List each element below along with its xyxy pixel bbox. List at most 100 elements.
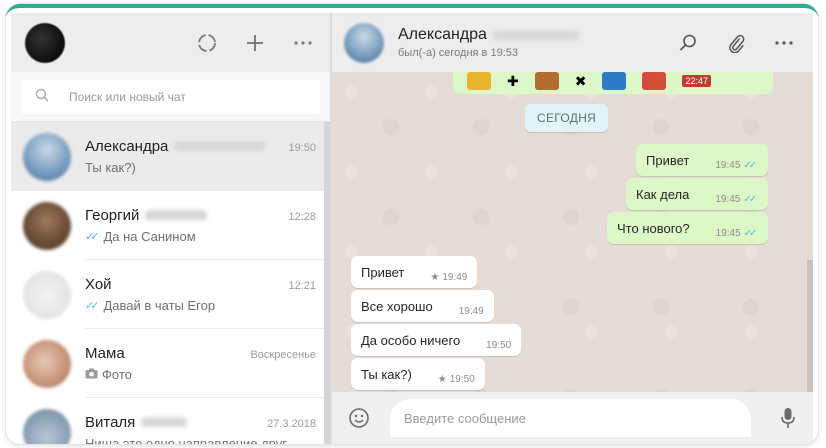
blurred-surname: [145, 209, 208, 220]
composer: [331, 392, 813, 444]
chat-item-vitalya[interactable]: Виталя 27.3.2018 Ниша это одно направлен…: [11, 398, 330, 444]
sticker-icon: [534, 72, 559, 90]
chat-name: Георгий: [85, 206, 140, 224]
double-check-icon: ✓✓: [85, 230, 100, 243]
star-icon: ★: [437, 373, 447, 385]
plus-sticker-icon: ✚: [507, 72, 519, 89]
message-incoming[interactable]: Ты как?) ★ 19:50: [351, 358, 485, 390]
message-time: 19:50: [449, 373, 475, 385]
search-box: [21, 80, 320, 114]
avatar: [23, 408, 71, 444]
avatar: [23, 339, 71, 388]
double-check-icon: ✓✓: [743, 193, 757, 205]
double-check-icon: ✓✓: [743, 227, 758, 239]
chat-preview: Ты как?): [85, 159, 136, 175]
search-icon: [35, 88, 49, 107]
status-icon[interactable]: [194, 30, 220, 56]
chat-name: Александра: [85, 137, 169, 155]
whatsapp-app: Александра 19:50 Ты как?) Георг: [11, 13, 813, 444]
chat-time: 12:28: [288, 210, 316, 223]
star-icon: ★: [430, 271, 440, 283]
message-incoming[interactable]: Все хорошо 19:49: [351, 290, 494, 322]
message-area[interactable]: ✚ ✖ 22:47 СЕГОДНЯ Привет 19:45 ✓✓ Как дел…: [331, 72, 813, 392]
date-separator: СЕГОДНЯ: [525, 104, 609, 132]
message-outgoing[interactable]: Как дела 19:45 ✓✓: [626, 178, 769, 210]
chat-item-body: Георгий 12:28 ✓✓ Да на Санином: [85, 191, 330, 260]
chat-item-body: Виталя 27.3.2018 Ниша это одно направлен…: [85, 398, 330, 445]
search-input[interactable]: [69, 90, 289, 104]
message-input[interactable]: [390, 399, 751, 437]
chat-preview: Давай в чаты Егор: [103, 297, 216, 313]
menu-icon[interactable]: [290, 30, 316, 56]
message-incoming[interactable]: Да особо ничего 19:50: [351, 324, 522, 356]
new-chat-icon[interactable]: [242, 30, 268, 56]
chat-time: Воскресенье: [250, 348, 316, 361]
chat-item-body: Александра 19:50 Ты как?): [85, 122, 330, 191]
sticker-message[interactable]: ✚ ✖ 22:47: [453, 72, 773, 94]
chat-item-mama[interactable]: Мама Воскресенье Фото: [11, 329, 330, 398]
message-text: Все хорошо: [361, 298, 433, 314]
contact-status: был(-а) сегодня в 19:53: [398, 47, 518, 59]
sticker-time: 22:47: [682, 75, 711, 87]
chat-list-scrollbar[interactable]: [324, 122, 330, 444]
message-text: Привет: [361, 264, 405, 280]
contact-name: Александра: [398, 26, 487, 43]
double-check-icon: ✓✓: [85, 299, 100, 312]
message-time: 19:50: [486, 339, 512, 351]
conversation-panel: Александра был(-а) сегодня в 19:53 ✚ ✖ 2…: [331, 13, 813, 444]
contact-info[interactable]: Александра был(-а) сегодня в 19:53: [398, 26, 579, 59]
sticker-icon: [467, 72, 491, 90]
message-text: Как дела: [636, 186, 690, 202]
chat-item-body: Хой 12:21 ✓✓ Давай в чаты Егор: [85, 260, 330, 329]
message-text: Что нового?: [617, 220, 690, 236]
chat-time: 27.3.2018: [267, 417, 316, 430]
cross-sticker-icon: ✖: [574, 72, 587, 89]
contact-avatar[interactable]: [344, 22, 384, 63]
chat-time: 19:50: [288, 141, 316, 154]
message-outgoing[interactable]: Что нового? 19:45 ✓✓: [607, 212, 769, 244]
camera-icon: [85, 367, 98, 382]
chat-name: Хой: [85, 275, 112, 293]
chat-name: Мама: [85, 344, 125, 362]
sidebar: Александра 19:50 Ты как?) Георг: [11, 13, 331, 444]
message-time: 19:49: [442, 271, 468, 283]
message-area-scrollbar[interactable]: [807, 260, 813, 392]
sidebar-header: [11, 13, 330, 72]
chat-preview: Фото: [102, 366, 132, 382]
avatar: [23, 270, 71, 319]
sticker-icon: [642, 72, 667, 90]
double-check-icon: ✓✓: [743, 159, 757, 171]
blurred-surname: [492, 30, 579, 40]
message-incoming[interactable]: Привет ★ 19:49: [351, 256, 478, 288]
chat-time: 12:21: [288, 279, 316, 292]
search-bar: [11, 72, 330, 122]
chat-name: Виталя: [85, 413, 136, 431]
message-text: Привет: [646, 152, 690, 168]
chat-item-khoy[interactable]: Хой 12:21 ✓✓ Давай в чаты Егор: [11, 260, 330, 329]
blurred-surname: [141, 416, 188, 427]
microphone-icon[interactable]: [775, 405, 801, 431]
message-time: 19:45: [715, 159, 741, 171]
paperclip-icon[interactable]: [723, 30, 749, 56]
chat-item-aleksandra[interactable]: Александра 19:50 Ты как?): [11, 122, 330, 191]
sidebar-actions: [194, 30, 316, 56]
conversation-actions: [675, 30, 797, 56]
menu-icon[interactable]: [771, 30, 797, 56]
app-window: Александра 19:50 Ты как?) Георг: [6, 4, 818, 444]
message-time: 19:49: [458, 305, 484, 317]
chat-preview: Ниша это одно направление друг...: [85, 435, 297, 445]
conversation-header: Александра был(-а) сегодня в 19:53: [331, 13, 813, 72]
search-icon[interactable]: [675, 30, 701, 56]
message-outgoing[interactable]: Привет 19:45 ✓✓: [636, 144, 769, 176]
chat-preview: Да на Санином: [103, 228, 196, 244]
emoji-icon[interactable]: [346, 405, 372, 431]
chat-item-georgiy[interactable]: Георгий 12:28 ✓✓ Да на Санином: [11, 191, 330, 260]
message-text: Да особо ничего: [361, 332, 461, 348]
sticker-icon: [602, 72, 627, 90]
message-time: 19:45: [715, 227, 741, 239]
avatar: [23, 132, 71, 181]
blurred-surname: [174, 140, 267, 151]
message-time: 19:45: [715, 193, 741, 205]
my-avatar[interactable]: [25, 22, 65, 63]
chat-list: Александра 19:50 Ты как?) Георгий 12:28 …: [11, 122, 330, 444]
